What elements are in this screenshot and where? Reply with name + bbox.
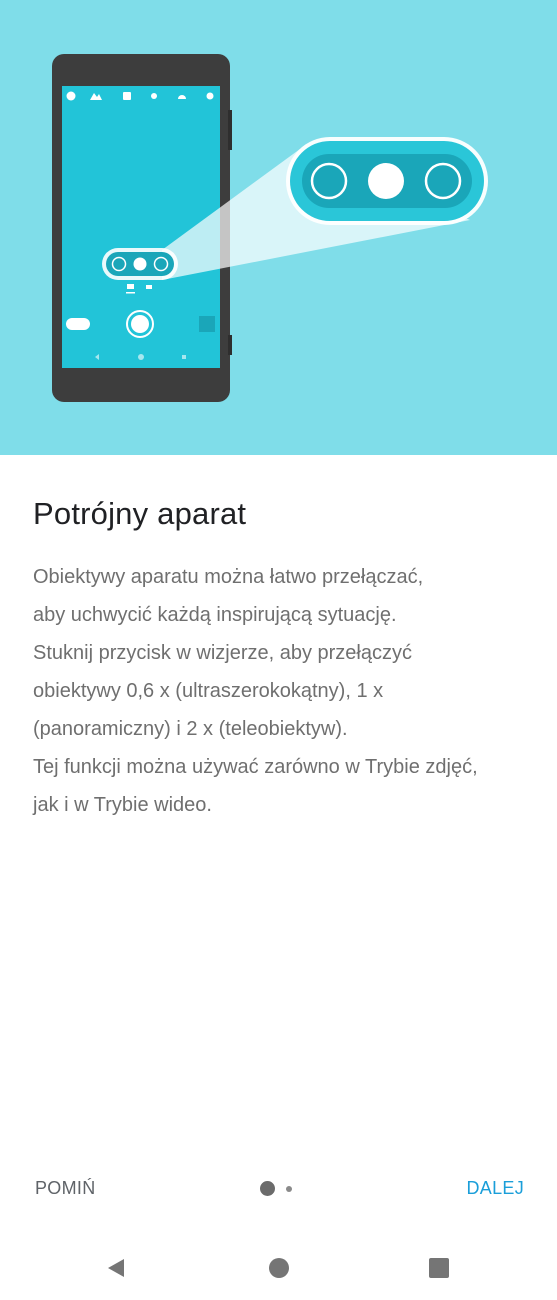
page-indicator (260, 1181, 292, 1196)
description-line: (panoramiczny) i 2 x (teleobiektyw). (33, 718, 348, 740)
page-title: Potrójny aparat (33, 496, 247, 531)
description-line: jak i w Trybie wideo. (33, 794, 212, 816)
description-line: obiektywy 0,6 x (ultraszerokokątny), 1 x (33, 680, 384, 702)
description-line: Tej funkcji można używać zarówno w Trybi… (33, 756, 478, 778)
recents-icon[interactable] (427, 1256, 451, 1280)
description-line: Stuknij przycisk w wizjerze, aby przełąc… (33, 642, 412, 664)
skip-button[interactable]: POMIŃ (35, 1178, 96, 1199)
settings-icon (206, 92, 214, 100)
lens-standard (368, 163, 404, 199)
page-dot-active (260, 1181, 275, 1196)
hdr-icon (151, 93, 157, 99)
home-icon[interactable] (267, 1256, 291, 1280)
description-line: Obiektywy aparatu można łatwo przełączać… (33, 566, 424, 588)
gallery-thumbnail (66, 318, 90, 330)
aspect-ratio-icon (123, 92, 131, 100)
back-icon[interactable] (104, 1256, 128, 1280)
triple-camera-illustration (52, 54, 488, 402)
description: Obiektywy aparatu można łatwo przełączać… (33, 558, 543, 824)
page-dot (286, 1185, 292, 1192)
next-button[interactable]: DALEJ (466, 1178, 524, 1199)
tutorial-illustration (0, 0, 557, 455)
description-line: aby uchwycić każdą inspirującą sytuację. (33, 604, 397, 626)
flash-icon (66, 91, 76, 101)
system-navigation-bar (0, 1238, 557, 1300)
mode-square (199, 316, 215, 332)
